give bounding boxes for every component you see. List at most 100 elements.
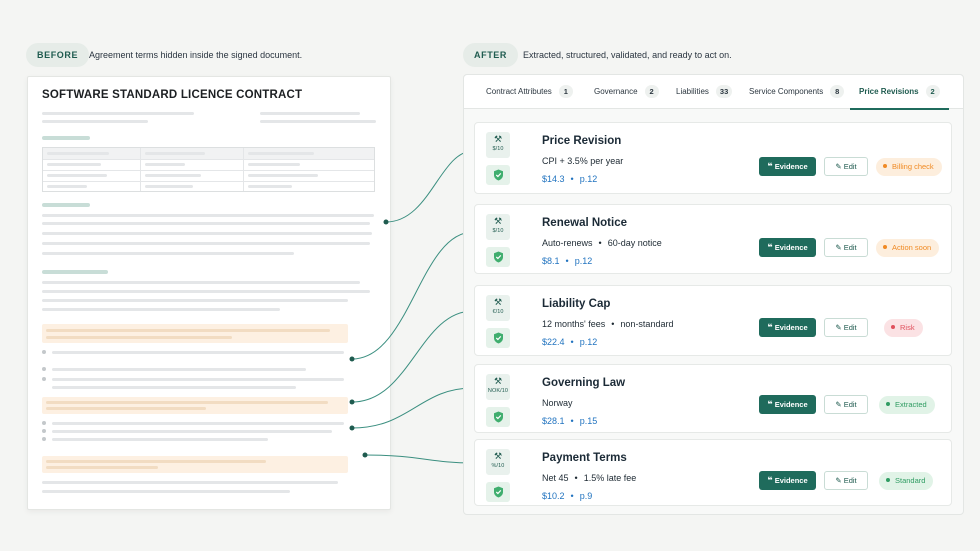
highlighted-clause — [42, 397, 348, 414]
unit-label: $/10 — [492, 228, 504, 234]
text-line — [260, 112, 360, 115]
edit-label: Edit — [843, 162, 857, 171]
tab-count: 1 — [558, 85, 573, 98]
evidence-button[interactable]: ❝ Evidence — [759, 238, 816, 257]
unit-label: NOK/10 — [487, 388, 509, 394]
section-heading-line — [42, 270, 108, 274]
quote-icon: ❝ — [767, 399, 773, 409]
pencil-icon: ✎ — [835, 323, 842, 332]
text-line — [42, 299, 348, 302]
edit-label: Edit — [843, 400, 857, 409]
quote-icon: ❝ — [767, 475, 773, 485]
status-badge: Standard — [879, 472, 934, 490]
term-card[interactable]: ⚒ %/10 Payment Terms Net 45 • 1.5% late fe… — [474, 439, 952, 506]
tab-governance[interactable]: Governance 2 — [594, 75, 659, 109]
document-table — [42, 147, 375, 192]
text-line — [52, 422, 344, 425]
tab-liabilities[interactable]: Liabilities 33 — [676, 75, 733, 109]
status-label: Risk — [900, 323, 915, 332]
unit-label: %/10 — [491, 463, 505, 469]
tool-icon: ⚒ %/10 — [486, 449, 510, 475]
term-detail: CPI + 3.5% per year — [542, 156, 623, 166]
evidence-label: Evidence — [774, 243, 808, 252]
quote-icon: ❝ — [767, 242, 773, 252]
edit-button[interactable]: ✎ Edit — [824, 395, 868, 414]
quote-icon: ❝ — [767, 161, 773, 171]
term-card[interactable]: ⚒ $/10 Renewal Notice Auto-renews • 60-day… — [474, 204, 952, 274]
edit-button[interactable]: ✎ Edit — [824, 318, 868, 337]
text-line — [42, 222, 370, 225]
text-line — [42, 120, 148, 123]
section-heading-line — [42, 203, 90, 207]
tab-count: 2 — [925, 85, 940, 98]
page-reference[interactable]: p.9 — [580, 491, 593, 501]
evidence-button[interactable]: ❝ Evidence — [759, 471, 816, 490]
edit-label: Edit — [843, 243, 857, 252]
term-title: Price Revision — [542, 135, 622, 147]
edit-button[interactable]: ✎ Edit — [824, 157, 868, 176]
tab-contract-attributes[interactable]: Contract Attributes 1 — [486, 75, 573, 109]
term-value: $8.1 — [542, 256, 560, 266]
term-card[interactable]: ⚒ €/10 Liability Cap 12 months' fees • non… — [474, 285, 952, 356]
status-label: Action soon — [892, 243, 932, 252]
text-line — [52, 368, 306, 371]
status-label: Billing check — [892, 162, 934, 171]
shield-check-icon — [486, 328, 510, 348]
quote-icon: ❝ — [767, 322, 773, 332]
edit-button[interactable]: ✎ Edit — [824, 471, 868, 490]
text-line — [42, 490, 290, 493]
evidence-button[interactable]: ❝ Evidence — [759, 157, 816, 176]
term-card[interactable]: ⚒ NOK/10 Governing Law Norway $28.1 • p.15… — [474, 364, 952, 433]
highlighted-clause — [42, 324, 348, 343]
text-line — [42, 308, 280, 311]
text-line — [52, 430, 332, 433]
section-heading-line — [42, 136, 90, 140]
term-reference: $22.4 • p.12 — [542, 337, 598, 347]
detail-item: 60-day notice — [607, 238, 662, 248]
tool-icon: ⚒ $/10 — [486, 214, 510, 240]
status-badge: Billing check — [876, 158, 942, 176]
tab-label: Service Components — [749, 87, 824, 96]
shield-check-icon — [486, 407, 510, 427]
term-card[interactable]: ⚒ $/10 Price Revision CPI + 3.5% per yea… — [474, 122, 952, 194]
highlighted-clause — [42, 456, 348, 473]
tab-label: Liabilities — [676, 87, 709, 96]
page-reference[interactable]: p.15 — [580, 416, 598, 426]
status-badge: Extracted — [879, 396, 935, 414]
tab-price-revisions[interactable]: Price Revisions 2 — [850, 75, 949, 110]
after-label: AFTER — [463, 43, 518, 67]
edit-button[interactable]: ✎ Edit — [824, 238, 868, 257]
pencil-icon: ✎ — [835, 476, 842, 485]
term-title: Governing Law — [542, 377, 626, 389]
term-detail: Net 45 • 1.5% late fee — [542, 473, 637, 483]
page-reference[interactable]: p.12 — [580, 337, 598, 347]
term-reference: $28.1 • p.15 — [542, 416, 598, 426]
page-reference[interactable]: p.12 — [580, 174, 598, 184]
evidence-label: Evidence — [774, 162, 808, 171]
detail-item: Auto-renews — [542, 238, 593, 248]
term-reference: $8.1 • p.12 — [542, 256, 593, 266]
text-line — [42, 232, 372, 235]
status-dot — [891, 325, 895, 329]
term-detail: Norway — [542, 398, 573, 408]
evidence-label: Evidence — [774, 476, 808, 485]
tab-service-components[interactable]: Service Components 8 — [749, 75, 845, 109]
before-caption: Agreement terms hidden inside the signed… — [89, 50, 303, 60]
detail-item: Net 45 — [542, 473, 569, 483]
after-caption: Extracted, structured, validated, and re… — [523, 50, 732, 60]
term-title: Payment Terms — [542, 452, 627, 464]
shield-check-icon — [486, 165, 510, 185]
page-reference[interactable]: p.12 — [575, 256, 593, 266]
term-value: $22.4 — [542, 337, 565, 347]
evidence-button[interactable]: ❝ Evidence — [759, 318, 816, 337]
term-detail: Auto-renews • 60-day notice — [542, 238, 662, 248]
text-line — [42, 112, 194, 115]
shield-check-icon — [486, 247, 510, 267]
status-badge: Action soon — [876, 239, 940, 257]
document-title: SOFTWARE STANDARD LICENCE CONTRACT — [42, 89, 303, 101]
status-label: Extracted — [895, 400, 927, 409]
tab-count: 33 — [715, 85, 733, 98]
unit-label: €/10 — [492, 309, 504, 315]
evidence-button[interactable]: ❝ Evidence — [759, 395, 816, 414]
term-detail: 12 months' fees • non-standard — [542, 319, 674, 329]
